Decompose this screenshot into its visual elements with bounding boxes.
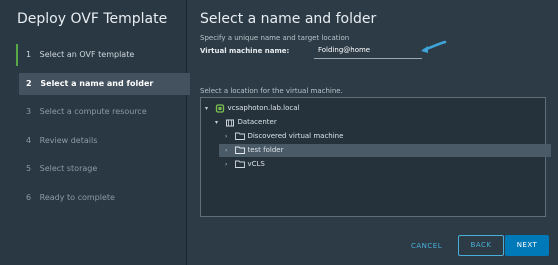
tree-node-label: vCLS [247,160,265,168]
next-button[interactable]: NEXT [505,235,549,256]
tree-node-datacenter[interactable]: ▾ Datacenter [215,116,277,129]
wizard-steps-pane: Deploy OVF Template 1 Select an OVF temp… [0,0,190,265]
expand-caret-icon[interactable]: › [225,158,233,171]
tree-node-test-folder[interactable]: › test folder [219,144,551,157]
step-label: Select an OVF template [39,50,135,59]
step-3: 3 Select a compute resource [16,101,186,123]
wizard-title: Deploy OVF Template [17,11,168,27]
datacenter-icon [226,119,235,126]
location-label: Select a location for the virtual machin… [200,87,343,95]
tree-node-discovered-vm[interactable]: › Discovered virtual machine [225,130,343,143]
folder-icon [235,160,246,168]
step-1[interactable]: 1 Select an OVF template [16,44,186,66]
tree-node-vcls[interactable]: › vCLS [225,158,265,171]
tree-node-label: Discovered virtual machine [247,132,344,140]
step-label: Select a name and folder [40,78,154,88]
tree-node-vcenter[interactable]: ▾ vcsaphoton.lab.local [205,102,299,115]
tree-node-label: vcsaphoton.lab.local [227,104,300,112]
arrow-pointer-icon [421,40,447,53]
tree-node-label: test folder [247,146,284,154]
expand-caret-icon[interactable]: ▾ [215,116,223,129]
deploy-ovf-wizard: Deploy OVF Template 1 Select an OVF temp… [0,0,558,265]
folder-tree: ▾ vcsaphoton.lab.local ▾ Datacenter › Di… [200,97,551,217]
step-5: 5 Select storage [16,158,186,180]
vcenter-icon [216,103,225,113]
step-label: Review details [39,135,98,145]
folder-icon [235,146,246,154]
vm-name-input[interactable] [314,42,422,59]
step-number: 4 [26,135,32,145]
step-2[interactable]: 2 Select a name and folder [19,72,190,95]
step-number: 2 [26,78,32,88]
step-number: 5 [26,164,32,173]
step-number: 1 [26,50,32,59]
vm-name-label: Virtual machine name: [200,47,290,55]
step-label: Select storage [39,164,98,173]
folder-icon [235,132,246,140]
step-label: Ready to complete [39,192,115,202]
back-button[interactable]: BACK [458,235,504,256]
expand-caret-icon[interactable]: › [225,130,233,143]
step-number: 6 [26,192,32,202]
cancel-button[interactable]: CANCEL [411,236,442,256]
step-number: 3 [26,107,32,116]
page-subtitle: Specify a unique name and target locatio… [200,34,350,42]
step-6: 6 Ready to complete [16,187,186,209]
page-title: Select a name and folder [200,11,377,27]
main-pane: Select a name and folder Specify a uniqu… [187,0,558,265]
steps-list: 1 Select an OVF template 2 Select a name… [16,44,190,215]
expand-caret-icon[interactable]: ▾ [205,102,213,115]
step-4: 4 Review details [16,130,186,152]
expand-caret-icon[interactable]: › [225,144,233,157]
tree-node-label: Datacenter [237,118,277,126]
step-label: Select a compute resource [39,107,147,116]
